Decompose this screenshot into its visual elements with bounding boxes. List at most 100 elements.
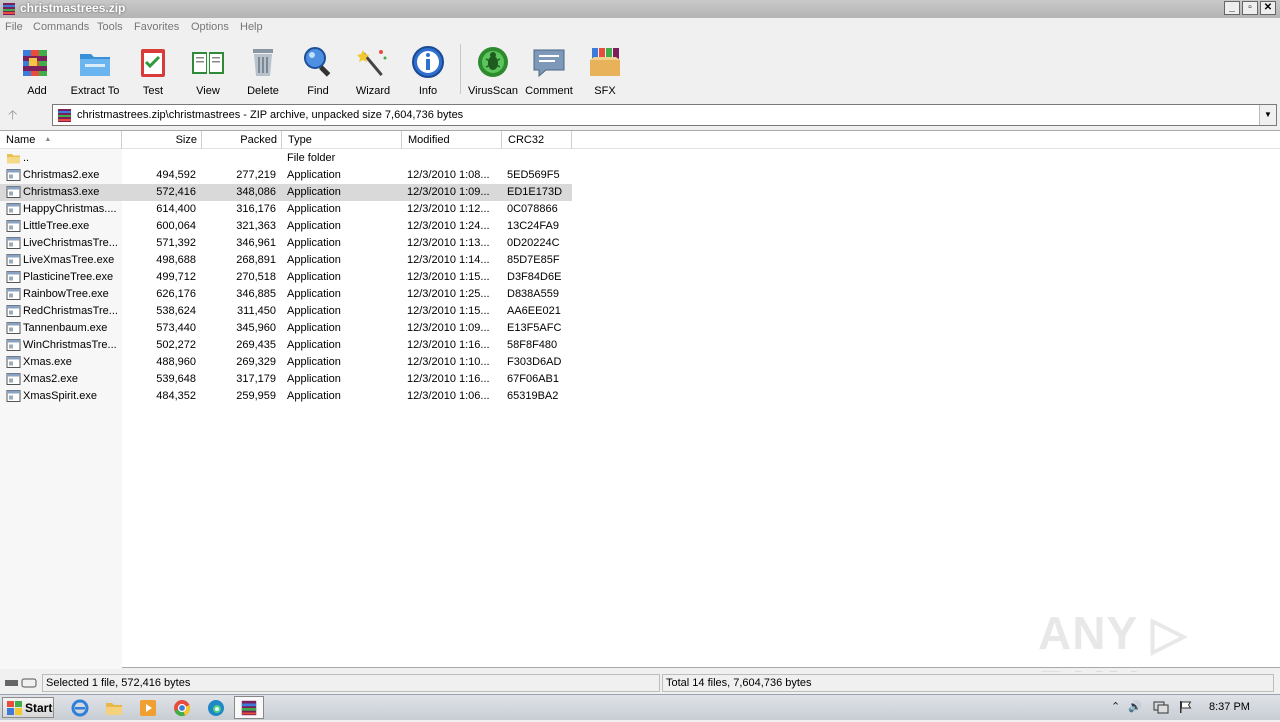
status-selection: Selected 1 file, 572,416 bytes xyxy=(42,674,660,692)
internet-explorer-icon[interactable] xyxy=(70,698,90,718)
find-label: Find xyxy=(307,85,329,97)
menu-favorites[interactable]: Favorites xyxy=(134,21,179,33)
file-type: Application xyxy=(287,237,341,249)
virusscan-button[interactable]: VirusScan xyxy=(465,44,521,97)
winrar-app-icon[interactable] xyxy=(2,2,16,16)
table-row[interactable]: Xmas2.exe 539,648 317,179 Application 12/3/2… xyxy=(0,371,572,388)
menu-file[interactable]: File xyxy=(5,21,23,33)
action-center-flag-icon[interactable] xyxy=(1178,700,1194,714)
network-icon[interactable] xyxy=(1153,700,1169,714)
info-label: Info xyxy=(418,85,438,97)
test-button[interactable]: Test xyxy=(125,44,181,97)
menu-tools[interactable]: Tools xyxy=(97,21,123,33)
table-row[interactable]: Xmas.exe 488,960 269,329 Application 12/3/20… xyxy=(0,354,572,371)
file-size: 571,392 xyxy=(156,237,196,249)
file-modified: 12/3/2010 1:09... xyxy=(407,322,490,334)
windows-flag-icon xyxy=(7,701,22,715)
volume-icon[interactable]: 🔊 xyxy=(1128,700,1142,713)
file-crc32: 0D20224C xyxy=(507,237,560,249)
file-type: Application xyxy=(287,390,341,402)
table-row[interactable]: WinChristmasTre... 502,272 269,435 Applicat… xyxy=(0,337,572,354)
column-packed[interactable]: Packed xyxy=(202,131,282,149)
minimize-button[interactable]: _ xyxy=(1224,1,1240,15)
table-row[interactable]: RainbowTree.exe 626,176 346,885 Application… xyxy=(0,286,572,303)
file-type: Application xyxy=(287,203,341,215)
delete-label: Delete xyxy=(247,85,279,97)
comment-button[interactable]: Comment xyxy=(521,44,577,97)
winrar-taskbar-button[interactable] xyxy=(234,696,264,719)
delete-button[interactable]: Delete xyxy=(235,44,291,97)
magic-wand-icon xyxy=(357,50,387,77)
zip-archive-icon xyxy=(58,109,71,122)
file-size: 626,176 xyxy=(156,288,196,300)
add-archive-icon xyxy=(23,50,47,76)
table-row[interactable]: RedChristmasTre... 538,624 311,450 Applicat… xyxy=(0,303,572,320)
info-icon xyxy=(412,46,444,78)
file-name: Christmas2.exe xyxy=(23,169,100,181)
table-row[interactable]: XmasSpirit.exe 484,352 259,959 Application 1… xyxy=(0,388,572,405)
exe-file-icon xyxy=(6,287,21,301)
title-bar: christmastrees.zip _ ▫ ✕ xyxy=(0,0,1280,18)
table-row[interactable]: HappyChristmas.... 614,400 316,176 Applicat… xyxy=(0,201,572,218)
media-player-icon[interactable] xyxy=(138,698,158,718)
exe-file-icon xyxy=(6,355,21,369)
info-button[interactable]: Info xyxy=(400,44,456,97)
menu-options[interactable]: Options xyxy=(191,21,229,33)
file-modified: 12/3/2010 1:08... xyxy=(407,169,490,181)
status-total: Total 14 files, 7,604,736 bytes xyxy=(662,674,1274,692)
close-button[interactable]: ✕ xyxy=(1260,1,1276,15)
menu-help[interactable]: Help xyxy=(240,21,263,33)
column-crc32[interactable]: CRC32 xyxy=(502,131,572,149)
edge-icon[interactable] xyxy=(206,698,226,718)
view-button[interactable]: View xyxy=(180,44,236,97)
drive-status-icon xyxy=(5,678,37,688)
status-bar: Selected 1 file, 572,416 bytes Total 14 … xyxy=(0,672,1280,694)
file-crc32: E13F5AFC xyxy=(507,322,562,334)
wizard-button[interactable]: Wizard xyxy=(345,44,401,97)
table-row[interactable]: PlasticineTree.exe 499,712 270,518 Applicat… xyxy=(0,269,572,286)
chrome-icon[interactable] xyxy=(172,698,192,718)
table-row[interactable]: Tannenbaum.exe 573,440 345,960 Application 1… xyxy=(0,320,572,337)
file-packed-size: 345,960 xyxy=(236,322,276,334)
file-crc32: D3F84D6E xyxy=(507,271,562,283)
exe-file-icon xyxy=(6,236,21,250)
address-bar: 🡡 christmastrees.zip\christmastrees - ZI… xyxy=(0,102,1280,128)
view-book-icon xyxy=(192,52,224,74)
add-button[interactable]: Add xyxy=(9,44,65,97)
file-crc32: 65319BA2 xyxy=(507,390,559,402)
file-crc32: 13C24FA9 xyxy=(507,220,559,232)
file-modified: 12/3/2010 1:10... xyxy=(407,356,490,368)
table-row[interactable]: LiveXmasTree.exe 498,688 268,891 Applicatio… xyxy=(0,252,572,269)
table-row[interactable]: Christmas2.exe 494,592 277,219 Application 1… xyxy=(0,167,572,184)
up-arrow-icon[interactable]: 🡡 xyxy=(8,106,38,124)
menu-commands[interactable]: Commands xyxy=(33,21,89,33)
column-size[interactable]: Size xyxy=(122,131,202,149)
find-button[interactable]: Find xyxy=(290,44,346,97)
table-row[interactable]: .. File folder xyxy=(0,150,572,167)
table-row[interactable]: Christmas3.exe 572,416 348,086 Application 1… xyxy=(0,184,572,201)
file-size: 614,400 xyxy=(156,203,196,215)
test-clipboard-icon xyxy=(141,49,165,77)
start-button[interactable]: Start xyxy=(2,697,54,718)
window-title: christmastrees.zip xyxy=(20,1,126,15)
dropdown-arrow-icon[interactable]: ▼ xyxy=(1259,105,1276,125)
tray-expand-icon[interactable]: ⌃ xyxy=(1111,700,1120,713)
extract-to-button[interactable]: Extract To xyxy=(67,44,123,97)
file-crc32: D838A559 xyxy=(507,288,559,300)
column-type[interactable]: Type xyxy=(282,131,402,149)
file-explorer-icon[interactable] xyxy=(104,698,124,718)
sfx-button[interactable]: SFX xyxy=(577,44,633,97)
wizard-label: Wizard xyxy=(355,85,391,97)
file-crc32: 67F06AB1 xyxy=(507,373,559,385)
restore-button[interactable]: ▫ xyxy=(1242,1,1258,15)
table-row[interactable]: LittleTree.exe 600,064 321,363 Application 1… xyxy=(0,218,572,235)
clock[interactable]: 8:37 PM xyxy=(1209,701,1250,713)
column-name[interactable]: Name ▲ xyxy=(0,131,122,149)
column-modified[interactable]: Modified xyxy=(402,131,502,149)
path-combobox[interactable]: christmastrees.zip\christmastrees - ZIP … xyxy=(52,104,1277,126)
add-label: Add xyxy=(27,85,47,97)
file-packed-size: 270,518 xyxy=(236,271,276,283)
table-row[interactable]: LiveChristmasTre... 571,392 346,961 Applica… xyxy=(0,235,572,252)
file-modified: 12/3/2010 1:15... xyxy=(407,305,490,317)
extract-to-label: Extract To xyxy=(70,85,120,97)
